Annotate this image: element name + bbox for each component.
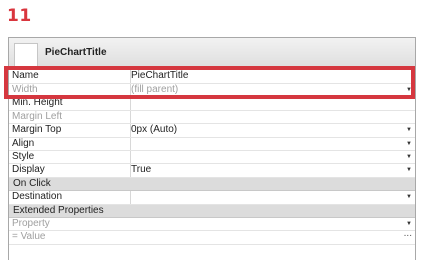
section-extended-properties: Extended Properties [9, 204, 415, 218]
chevron-down-icon[interactable]: ▼ [406, 138, 412, 150]
more-icon[interactable]: ... [404, 228, 412, 240]
property-label: Align [12, 137, 35, 149]
property-label: Min. Height [12, 97, 63, 109]
property-row-destination[interactable]: Destination ▼ [9, 191, 415, 205]
property-row-min-height[interactable]: Min. Height [9, 97, 415, 111]
min-height-field[interactable] [130, 97, 415, 110]
section-on-click: On Click [9, 177, 415, 192]
property-row-margin-top[interactable]: Margin Top 0px (Auto) ▼ [9, 124, 415, 138]
property-label: Style [12, 150, 35, 162]
property-row-margin-left[interactable]: Margin Left [9, 110, 415, 125]
panel-title: PieChartTitle [45, 47, 107, 58]
style-select[interactable] [130, 150, 415, 164]
section-label: Extended Properties [13, 204, 104, 216]
align-select[interactable] [130, 137, 415, 150]
step-number: 11 [7, 6, 32, 26]
display-select[interactable]: True [130, 164, 415, 177]
section-label: On Click [13, 177, 51, 189]
margin-top-select[interactable]: 0px (Auto) [130, 124, 415, 137]
property-label: Display [12, 164, 45, 176]
destination-select[interactable] [130, 191, 415, 204]
chevron-down-icon[interactable]: ▼ [406, 191, 412, 203]
property-value-field[interactable]: = Value [12, 231, 45, 243]
panel-header: PieChartTitle [9, 38, 415, 69]
property-label: Destination [12, 191, 63, 203]
property-label: Margin Left [12, 110, 63, 122]
widget-icon [14, 43, 38, 67]
chevron-down-icon[interactable]: ▼ [406, 151, 412, 163]
chevron-down-icon[interactable]: ▼ [406, 124, 412, 136]
extended-property-row[interactable]: Property ▼ [9, 218, 415, 232]
property-row-align[interactable]: Align ▼ [9, 137, 415, 151]
chevron-down-icon[interactable]: ▼ [406, 164, 412, 176]
property-row-display[interactable]: Display True ▼ [9, 164, 415, 178]
property-name-field[interactable]: Property [12, 218, 50, 230]
extended-value-row[interactable]: = Value ... [9, 228, 415, 245]
margin-left-field[interactable] [130, 110, 415, 124]
property-row-style[interactable]: Style ▼ [9, 150, 415, 165]
highlight-box [4, 66, 415, 99]
property-label: Margin Top [12, 124, 62, 136]
